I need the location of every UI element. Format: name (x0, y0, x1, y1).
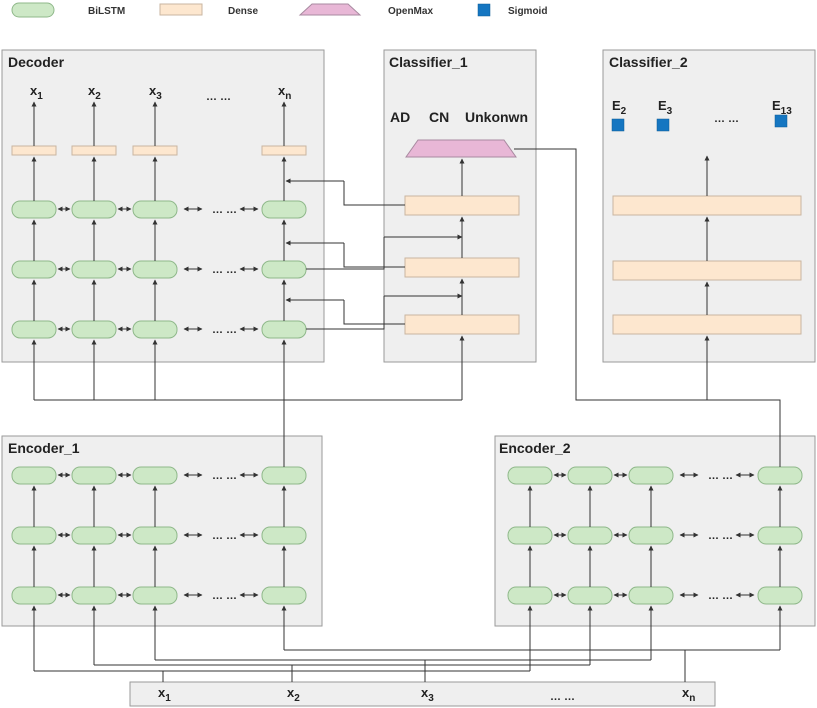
decoder-row3-ellipsis: … … (212, 324, 237, 336)
architecture-diagram: BiLSTM Dense OpenMax Sigmoid Decoder Cla… (1, 2, 816, 707)
decoder-output-ellipsis: … … (206, 91, 231, 103)
decoder-bilstm-r2c2 (71, 260, 117, 279)
encoder1-bilstm-r1c3 (132, 466, 178, 485)
encoder1-bilstm-r2c3 (132, 526, 178, 545)
encoder1-bilstm-r2cn (261, 526, 307, 545)
decoder-dense-3 (132, 145, 178, 156)
classifier1-label-cn: CN (429, 109, 449, 125)
legend-openmax-label: OpenMax (388, 6, 433, 17)
classifier2-dense-2 (612, 260, 802, 281)
decoder-title: Decoder (8, 54, 65, 70)
decoder-bilstm-r1c3 (132, 200, 178, 219)
encoder1-bilstm-r2c2 (71, 526, 117, 545)
legend-dense-swatch (159, 3, 203, 16)
decoder-bilstm-r3c3 (132, 320, 178, 339)
encoder2-bilstm-r2c2 (567, 526, 613, 545)
encoder2-bilstm-r3cn (757, 586, 803, 605)
encoder1-row2-ellipsis: … … (212, 530, 237, 542)
decoder-bilstm-r3c2 (71, 320, 117, 339)
classifier1-dense-3 (404, 314, 520, 335)
legend-sigmoid-label: Sigmoid (508, 6, 547, 17)
encoder2-row2-ellipsis: … … (708, 530, 733, 542)
encoder1-row3-ellipsis: … … (212, 590, 237, 602)
encoder1-row1-ellipsis: … … (212, 470, 237, 482)
encoder1-bilstm-r3c1 (11, 586, 57, 605)
encoder2-bilstm-r1c1 (507, 466, 553, 485)
classifier1-label-ad: AD (390, 109, 410, 125)
encoder2-title: Encoder_2 (499, 440, 571, 456)
decoder-bilstm-r2cn (261, 260, 307, 279)
encoder2-bilstm-r3c1 (507, 586, 553, 605)
legend-bilstm-swatch (11, 2, 55, 18)
classifier1-label-unknown: Unkonwn (465, 109, 528, 125)
decoder-dense-layer (11, 145, 307, 156)
decoder-bilstm-r2c3 (132, 260, 178, 279)
classifier1-openmax (405, 139, 517, 158)
classifier2-sigmoid-e2 (611, 118, 625, 132)
encoder2-row1-ellipsis: … … (708, 470, 733, 482)
decoder-bilstm-r1c1 (11, 200, 57, 219)
encoder2-bilstm-r2cn (757, 526, 803, 545)
decoder-dense-n (261, 145, 307, 156)
legend-dense-label: Dense (228, 6, 258, 17)
classifier2-sigmoid-e3 (656, 118, 670, 132)
encoder1-bilstm-r3c2 (71, 586, 117, 605)
classifier1-dense-1 (404, 195, 520, 216)
encoder2-bilstm-r1c3 (628, 466, 674, 485)
classifier2-sigmoid-e13 (774, 114, 788, 128)
decoder-bilstm-r3c1 (11, 320, 57, 339)
decoder-bilstm-r3cn (261, 320, 307, 339)
legend-sigmoid-swatch (477, 3, 491, 17)
decoder-bilstm-r2c1 (11, 260, 57, 279)
legend: BiLSTM Dense OpenMax Sigmoid (11, 2, 547, 18)
decoder-row1-ellipsis: … … (212, 204, 237, 216)
encoder2-row3-ellipsis: … … (708, 590, 733, 602)
encoder1-title: Encoder_1 (8, 440, 80, 456)
encoder2-bilstm-r3c2 (567, 586, 613, 605)
decoder-bilstm-r1cn (261, 200, 307, 219)
classifier2-dense-1 (612, 195, 802, 216)
encoder1-bilstm-r1c1 (11, 466, 57, 485)
legend-openmax-swatch (298, 3, 362, 16)
legend-bilstm-label: BiLSTM (88, 6, 125, 17)
decoder-row2-ellipsis: … … (212, 264, 237, 276)
encoder2-bilstm-r2c3 (628, 526, 674, 545)
input-ellipsis: … … (550, 691, 575, 703)
classifier2-title: Classifier_2 (609, 54, 688, 70)
encoder2-bilstm-r3c3 (628, 586, 674, 605)
decoder-dense-2 (71, 145, 117, 156)
encoder1-bilstm-r3c3 (132, 586, 178, 605)
classifier2-ellipsis: … … (714, 113, 739, 125)
encoder2-bilstm-r1c2 (567, 466, 613, 485)
classifier1-dense-2 (404, 257, 520, 278)
encoder1-bilstm-r3cn (261, 586, 307, 605)
encoder1-bilstm-r1cn (261, 466, 307, 485)
encoder2-bilstm-r1cn (757, 466, 803, 485)
encoder2-bilstm-r2c1 (507, 526, 553, 545)
decoder-dense-1 (11, 145, 57, 156)
encoder1-bilstm-r2c1 (11, 526, 57, 545)
encoder1-bilstm-r1c2 (71, 466, 117, 485)
decoder-bilstm-r1c2 (71, 200, 117, 219)
classifier2-dense-3 (612, 314, 802, 335)
classifier1-title: Classifier_1 (389, 54, 468, 70)
